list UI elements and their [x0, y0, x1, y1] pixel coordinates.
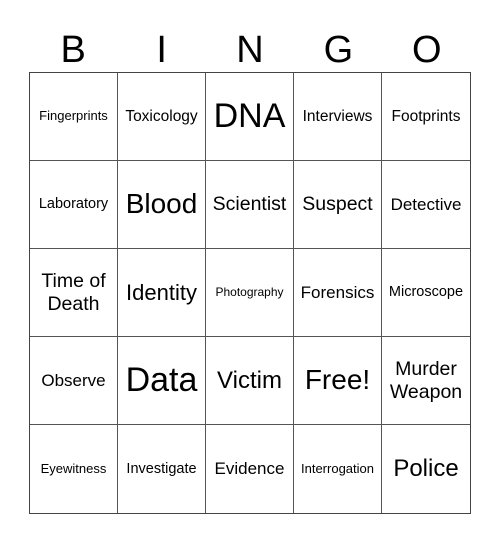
- bingo-cell-label: Laboratory: [38, 196, 109, 213]
- bingo-cell[interactable]: Scientist: [206, 161, 294, 249]
- bingo-cell[interactable]: Free!: [294, 337, 382, 425]
- bingo-cell-label: Suspect: [302, 193, 373, 216]
- bingo-cell[interactable]: Blood: [118, 161, 206, 249]
- bingo-cell-label: Identity: [126, 279, 197, 305]
- bingo-cell-label: Investigate: [126, 460, 197, 477]
- bingo-cell-label: Blood: [125, 188, 198, 220]
- bingo-cell-label: Observe: [41, 370, 106, 390]
- bingo-cell-label: Evidence: [214, 459, 285, 479]
- bingo-cell[interactable]: Microscope: [382, 249, 470, 337]
- bingo-cell-label: Data: [125, 360, 198, 399]
- bingo-cell[interactable]: Toxicology: [118, 73, 206, 161]
- bingo-cell[interactable]: DNA: [206, 73, 294, 161]
- header-letter-i: I: [156, 29, 167, 71]
- header-letter-b: B: [60, 29, 86, 71]
- bingo-cell[interactable]: Forensics: [294, 249, 382, 337]
- bingo-cell-label: DNA: [213, 96, 286, 135]
- bingo-cell[interactable]: Observe: [30, 337, 118, 425]
- bingo-cell-label: Victim: [217, 366, 282, 394]
- bingo-cell[interactable]: Time of Death: [30, 249, 118, 337]
- bingo-cell[interactable]: Victim: [206, 337, 294, 425]
- bingo-cell[interactable]: Identity: [118, 249, 206, 337]
- header-letter-o: O: [412, 29, 442, 71]
- bingo-cell-label: Toxicology: [125, 107, 198, 125]
- bingo-cell[interactable]: Photography: [206, 249, 294, 337]
- bingo-cell[interactable]: Fingerprints: [30, 73, 118, 161]
- bingo-cell[interactable]: Murder Weapon: [382, 337, 470, 425]
- bingo-cell-label: Photography: [215, 284, 284, 299]
- bingo-cell[interactable]: Footprints: [382, 73, 470, 161]
- bingo-cell-label: Time of Death: [41, 270, 106, 315]
- bingo-cell[interactable]: Interrogation: [294, 425, 382, 513]
- bingo-cell[interactable]: Data: [118, 337, 206, 425]
- bingo-cell-label: Interviews: [302, 107, 373, 125]
- bingo-cell[interactable]: Detective: [382, 161, 470, 249]
- bingo-cell[interactable]: Investigate: [118, 425, 206, 513]
- header-letter-g: G: [323, 29, 354, 71]
- bingo-header: B I N G O: [29, 28, 471, 72]
- bingo-cell-label: Free!: [304, 364, 371, 396]
- bingo-cell-label: Fingerprints: [39, 108, 108, 124]
- bingo-cell-label: Police: [393, 455, 459, 483]
- bingo-cell[interactable]: Police: [382, 425, 470, 513]
- bingo-cell-label: Detective: [390, 194, 462, 214]
- bingo-cell[interactable]: Eyewitness: [30, 425, 118, 513]
- bingo-cell[interactable]: Interviews: [294, 73, 382, 161]
- bingo-cell[interactable]: Suspect: [294, 161, 382, 249]
- bingo-cell-label: Murder Weapon: [389, 358, 463, 403]
- bingo-cell-label: Interrogation: [301, 460, 374, 476]
- bingo-cell-label: Scientist: [212, 193, 287, 216]
- bingo-cell[interactable]: Laboratory: [30, 161, 118, 249]
- bingo-cell-label: Microscope: [388, 284, 464, 301]
- bingo-cell-label: Forensics: [300, 282, 375, 302]
- bingo-cell[interactable]: Evidence: [206, 425, 294, 513]
- bingo-cell-label: Eyewitness: [40, 460, 107, 476]
- bingo-grid: Fingerprints Toxicology DNA Interviews Footp…: [29, 72, 471, 514]
- bingo-cell-label: Footprints: [391, 107, 461, 125]
- header-letter-n: N: [236, 29, 264, 71]
